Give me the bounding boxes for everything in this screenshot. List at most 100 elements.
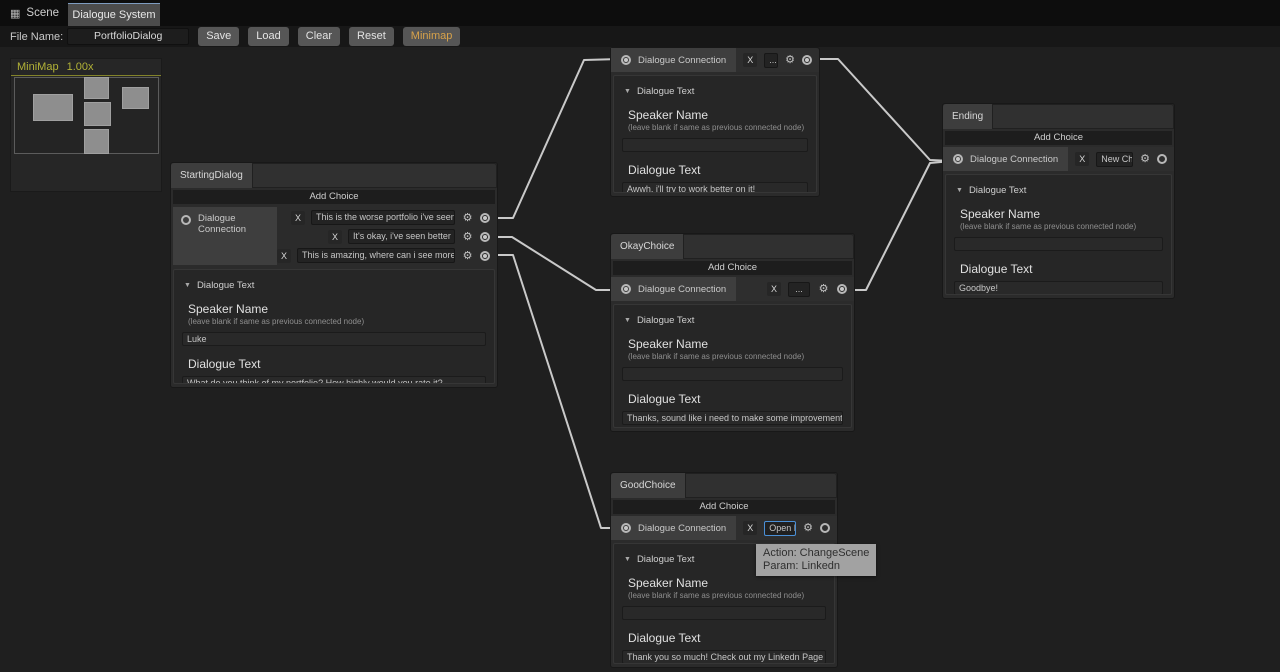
clear-button[interactable]: Clear: [298, 27, 340, 46]
dialogue-text-input[interactable]: Awwh, i'll try to work better on it!: [622, 182, 808, 193]
dialogue-text-foldout[interactable]: ▼ Dialogue Text: [956, 185, 1163, 196]
speaker-name-label: Speaker Name: [628, 576, 826, 590]
output-port[interactable]: [802, 55, 812, 65]
output-port[interactable]: [480, 232, 490, 242]
node-title-input[interactable]: [685, 473, 837, 498]
speaker-name-input[interactable]: [954, 237, 1163, 251]
node-okay-choice[interactable]: OkayChoice Add Choice Dialogue Connectio…: [610, 233, 855, 432]
dialogue-text-input[interactable]: Goodbye!: [954, 281, 1163, 295]
gear-icon[interactable]: ⚙: [461, 230, 474, 244]
node-title[interactable]: OkayChoice: [611, 234, 683, 259]
dialogue-text-input[interactable]: Thank you so much! Check out my Linkedn …: [622, 650, 826, 664]
tab-dialogue-system[interactable]: Dialogue System: [68, 3, 160, 26]
foldout-label: Dialogue Text: [637, 315, 694, 326]
add-choice-button[interactable]: Add Choice: [613, 500, 835, 514]
output-port[interactable]: [480, 251, 490, 261]
foldout-label: Dialogue Text: [197, 280, 254, 291]
node-worse-response[interactable]: Dialogue Connection X ... ⚙ ▼ Dialogue T…: [610, 47, 820, 197]
input-port[interactable]: [181, 215, 191, 225]
choice-text-input-focused[interactable]: Open Page: [764, 521, 796, 536]
minimap-toggle-button[interactable]: Minimap: [403, 27, 461, 46]
remove-choice-button[interactable]: X: [291, 211, 305, 225]
dialogue-connection-box: Dialogue Connection: [943, 147, 1068, 171]
add-choice-button[interactable]: Add Choice: [173, 190, 495, 204]
add-choice-button[interactable]: Add Choice: [613, 261, 852, 275]
input-port[interactable]: [621, 284, 631, 294]
scene-menu[interactable]: ▦ Scene: [10, 0, 59, 26]
choice-text-input[interactable]: This is the worse portfolio i've seen: [311, 210, 455, 225]
dialogue-connection-label: Dialogue Connection: [970, 154, 1058, 165]
speaker-name-hint: (leave blank if same as previous connect…: [628, 352, 843, 361]
input-port[interactable]: [953, 154, 963, 164]
dialogue-text-input[interactable]: Thanks, sound like i need to make some i…: [622, 411, 843, 425]
speaker-name-input[interactable]: Luke: [182, 332, 486, 346]
output-port[interactable]: [480, 213, 490, 223]
node-title[interactable]: StartingDialog: [171, 163, 252, 188]
add-choice-button[interactable]: Add Choice: [945, 131, 1172, 145]
dialogue-text-input[interactable]: What do you think of my portfolio? How h…: [182, 376, 486, 384]
dialogue-text-label: Dialogue Text: [628, 631, 826, 645]
speaker-name-hint: (leave blank if same as previous connect…: [628, 123, 808, 132]
minimap-title: MiniMap 1.00x: [11, 59, 161, 76]
dialogue-connection-label: Dialogue Connection: [638, 55, 726, 66]
gear-icon[interactable]: ⚙: [803, 521, 813, 535]
node-title-input[interactable]: [252, 163, 497, 188]
remove-choice-button[interactable]: X: [767, 282, 781, 296]
node-starting-dialog[interactable]: StartingDialog Add Choice Dialogue Conne…: [170, 162, 498, 388]
remove-choice-button[interactable]: X: [328, 230, 342, 244]
toolbar: File Name: PortfolioDialog Save Load Cle…: [0, 26, 1280, 47]
speaker-name-input[interactable]: [622, 606, 826, 620]
dialogue-text-foldout[interactable]: ▼ Dialogue Text: [184, 280, 486, 291]
gear-icon[interactable]: ⚙: [1140, 152, 1150, 166]
choice-text-input[interactable]: ...: [788, 282, 810, 297]
reset-button[interactable]: Reset: [349, 27, 394, 46]
speaker-name-input[interactable]: [622, 138, 808, 152]
choice-text-input[interactable]: ...: [764, 53, 778, 68]
input-port[interactable]: [621, 523, 631, 533]
file-name-label: File Name:: [10, 31, 63, 43]
node-title[interactable]: GoodChoice: [611, 473, 685, 498]
save-button[interactable]: Save: [198, 27, 239, 46]
dialogue-text-label: Dialogue Text: [188, 357, 486, 371]
dialogue-text-label: Dialogue Text: [628, 163, 808, 177]
dialogue-text-label: Dialogue Text: [628, 392, 843, 406]
gear-icon[interactable]: ⚙: [461, 211, 474, 225]
choice-text-value: Open Page: [769, 523, 796, 533]
choice-row: X This is amazing, where can i see more!…: [277, 247, 490, 264]
output-port[interactable]: [1157, 154, 1167, 164]
node-title[interactable]: Ending: [943, 104, 992, 129]
node-ending[interactable]: Ending Add Choice Dialogue Connection X …: [942, 103, 1175, 299]
remove-choice-button[interactable]: X: [743, 53, 757, 67]
output-port[interactable]: [820, 523, 830, 533]
load-button[interactable]: Load: [248, 27, 288, 46]
remove-choice-button[interactable]: X: [277, 249, 291, 263]
top-menu-bar: ▦ Scene Dialogue System: [0, 0, 1280, 26]
dialogue-connection-box: Dialogue Connection: [611, 48, 736, 72]
choice-text-input[interactable]: This is amazing, where can i see more!: [297, 248, 455, 263]
dialogue-text-foldout[interactable]: ▼ Dialogue Text: [624, 86, 808, 97]
remove-choice-button[interactable]: X: [1075, 152, 1089, 166]
minimap-panel[interactable]: MiniMap 1.00x: [10, 58, 162, 192]
foldout-arrow-icon: ▼: [624, 556, 631, 563]
speaker-name-label: Speaker Name: [628, 337, 843, 351]
node-title-bar: OkayChoice: [611, 234, 854, 259]
gear-icon[interactable]: ⚙: [785, 53, 795, 67]
node-title-input[interactable]: [683, 234, 854, 259]
output-port[interactable]: [837, 284, 847, 294]
dialogue-text-foldout[interactable]: ▼ Dialogue Text: [624, 315, 843, 326]
tooltip-action-line: Action: ChangeScene: [763, 547, 869, 560]
input-port[interactable]: [621, 55, 631, 65]
dialogue-connection-box: Dialogue Connection: [173, 207, 277, 265]
speaker-name-input[interactable]: [622, 367, 843, 381]
minimap-node: [84, 77, 109, 99]
choice-text-input[interactable]: It's okay, i've seen better: [348, 229, 455, 244]
node-title-input[interactable]: [992, 104, 1174, 129]
choice-text-input[interactable]: New Choice: [1096, 152, 1133, 167]
node-title-bar: GoodChoice: [611, 473, 837, 498]
dialogue-body: ▼ Dialogue Text Speaker Name (leave blan…: [945, 174, 1172, 295]
gear-icon[interactable]: ⚙: [461, 249, 474, 263]
gear-icon[interactable]: ⚙: [817, 282, 830, 296]
minimap-zoom-level: 1.00x: [67, 61, 94, 75]
file-name-input[interactable]: PortfolioDialog: [67, 28, 189, 45]
remove-choice-button[interactable]: X: [743, 521, 757, 535]
